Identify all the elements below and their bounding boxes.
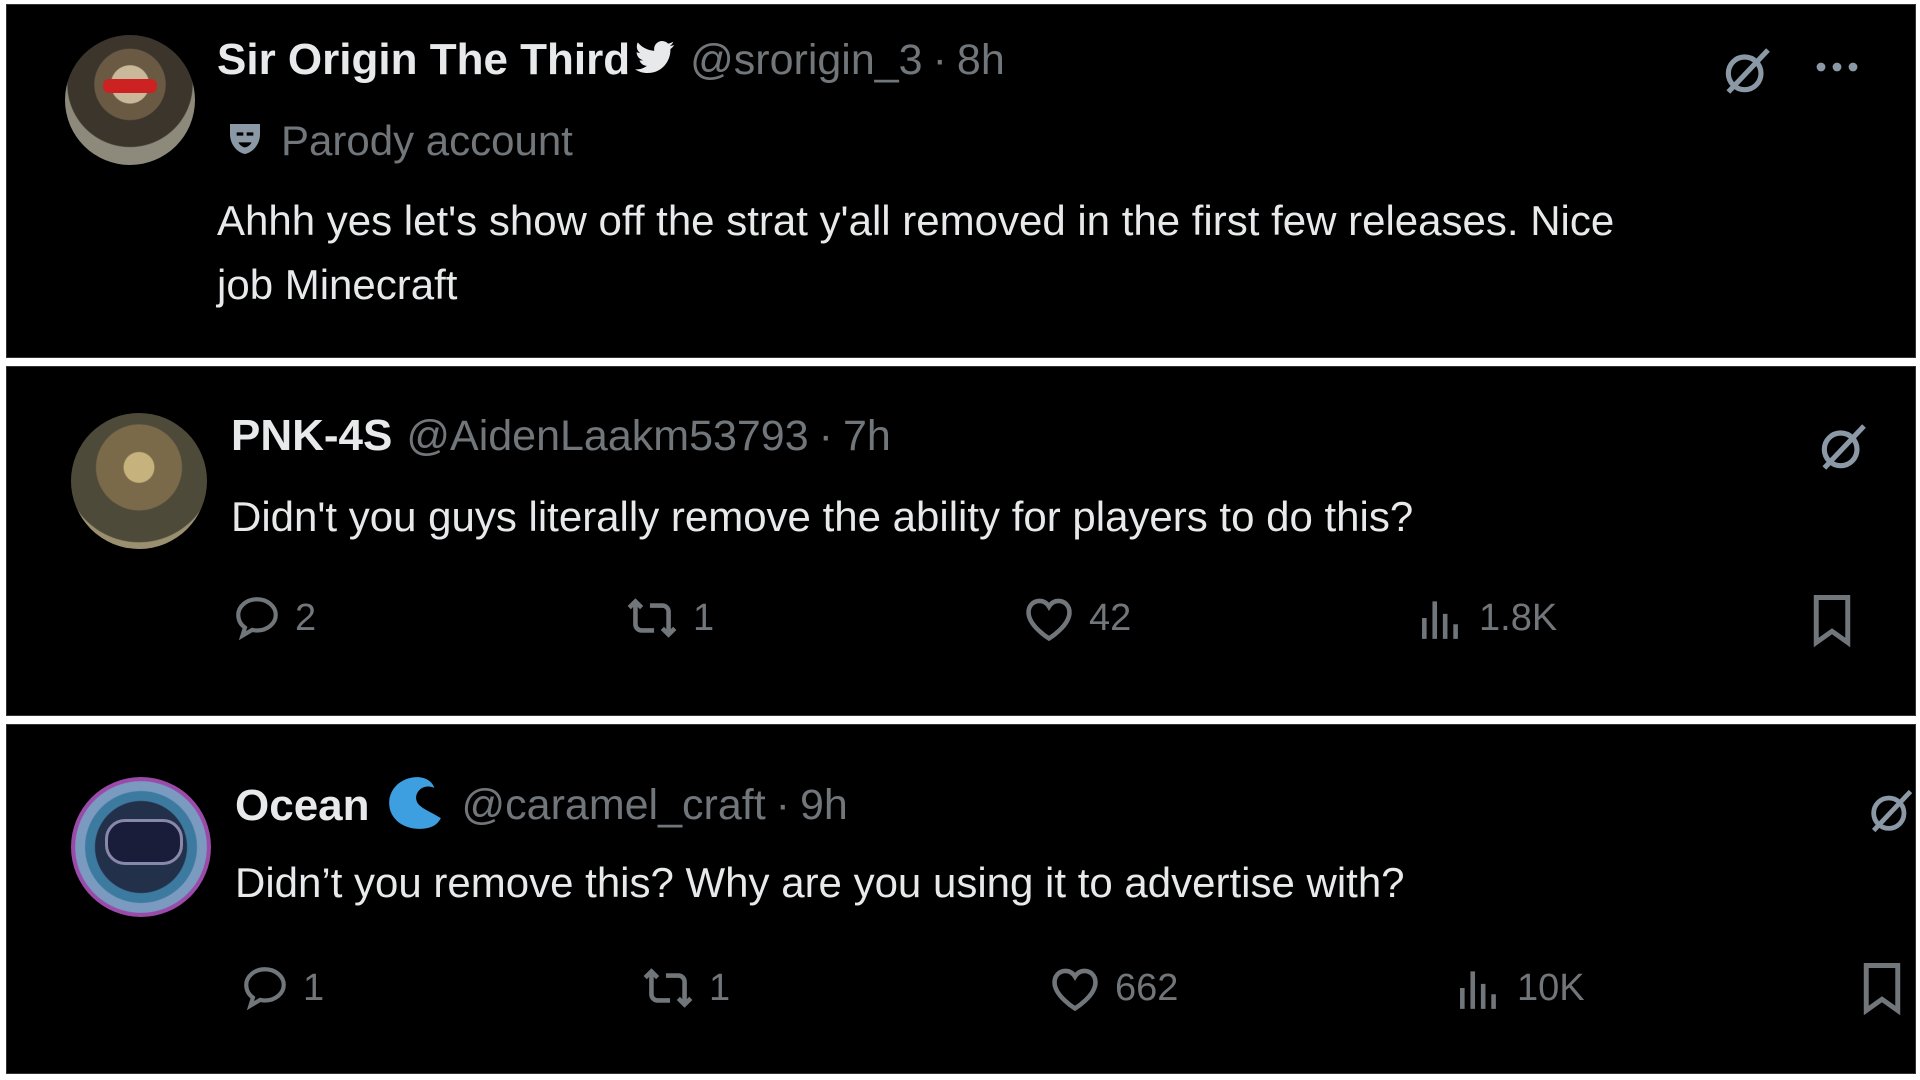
like-icon bbox=[1052, 968, 1098, 1012]
separator: · bbox=[932, 35, 947, 84]
repost-icon bbox=[627, 598, 677, 638]
like-button[interactable]: 662 bbox=[1047, 963, 1178, 1013]
reply-icon bbox=[244, 967, 286, 1011]
views-button[interactable]: 10K bbox=[1453, 963, 1585, 1013]
views-icon bbox=[1460, 971, 1496, 1009]
repost-icon bbox=[643, 968, 693, 1008]
tweet-header: Sir Origin The Third @srorigin_3 · 8h bbox=[217, 35, 1005, 85]
timestamp[interactable]: 8h bbox=[957, 36, 1005, 85]
repost-button[interactable]: 1 bbox=[639, 963, 730, 1013]
grok-icon[interactable] bbox=[1719, 43, 1775, 104]
avatar[interactable] bbox=[65, 35, 195, 165]
display-name[interactable]: Sir Origin The Third bbox=[217, 35, 630, 85]
bookmark-icon bbox=[1863, 963, 1901, 1015]
bird-icon bbox=[634, 40, 676, 81]
tweet-card-2[interactable]: PNK-4S @AidenLaakm53793 · 7h Didn't you … bbox=[6, 366, 1916, 716]
parody-label: Parody account bbox=[225, 117, 573, 165]
repost-button[interactable]: 1 bbox=[623, 593, 714, 643]
reply-count: 2 bbox=[295, 596, 317, 639]
views-icon bbox=[1422, 601, 1458, 639]
views-count: 1.8K bbox=[1479, 596, 1558, 639]
bookmark-icon bbox=[1813, 595, 1851, 647]
views-button[interactable]: 1.8K bbox=[1415, 593, 1557, 643]
like-button[interactable]: 42 bbox=[1021, 593, 1131, 643]
reply-button[interactable]: 2 bbox=[231, 593, 316, 643]
views-count: 10K bbox=[1517, 966, 1585, 1009]
repost-count: 1 bbox=[709, 966, 731, 1009]
bookmark-button[interactable] bbox=[1809, 593, 1855, 647]
action-bar: 2 1 42 1.8K bbox=[7, 367, 1915, 715]
tweet-text-line: Ahhh yes let's show off the strat y'all … bbox=[217, 197, 1615, 244]
parody-mask-icon bbox=[225, 119, 265, 164]
parody-label-text: Parody account bbox=[281, 117, 573, 164]
tweet-card-3[interactable]: Ocean @caramel_craft · 9h Didn’t you rem… bbox=[6, 724, 1916, 1074]
like-count: 662 bbox=[1115, 966, 1179, 1009]
like-count: 42 bbox=[1089, 596, 1132, 639]
like-icon bbox=[1026, 598, 1072, 642]
action-bar: 1 1 662 10K bbox=[7, 725, 1915, 1073]
reply-count: 1 bbox=[303, 966, 325, 1009]
repost-count: 1 bbox=[693, 596, 715, 639]
reply-icon bbox=[236, 597, 278, 641]
tweet-text: Ahhh yes let's show off the strat y'all … bbox=[217, 189, 1614, 317]
user-handle[interactable]: @srorigin_3 bbox=[690, 36, 922, 85]
tweet-text-line: job Minecraft bbox=[217, 261, 458, 308]
bookmark-button[interactable] bbox=[1859, 961, 1905, 1015]
tweet-card-1[interactable]: Sir Origin The Third @srorigin_3 · 8h Pa… bbox=[6, 4, 1916, 358]
more-icon[interactable] bbox=[1813, 55, 1861, 84]
reply-button[interactable]: 1 bbox=[239, 963, 324, 1013]
